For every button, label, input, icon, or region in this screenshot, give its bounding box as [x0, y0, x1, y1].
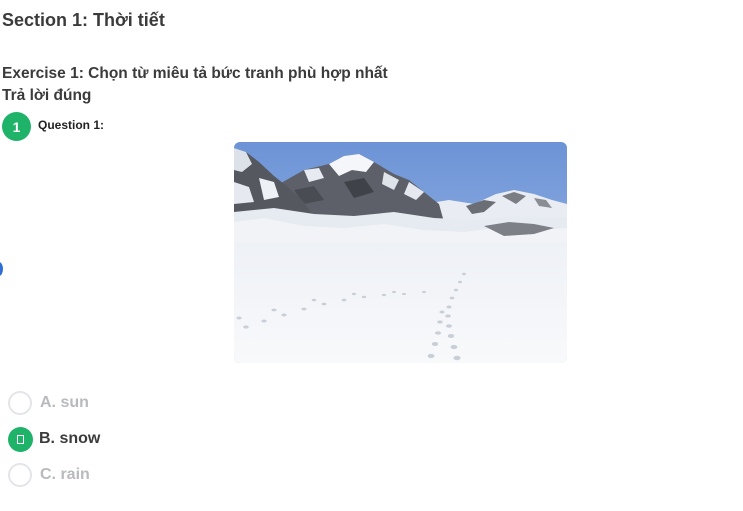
exercise-title: Exercise 1: Chọn từ miêu tả bức tranh ph…	[2, 65, 388, 82]
option-c-radio[interactable]	[8, 463, 32, 487]
option-b-label: B. snow	[39, 430, 101, 447]
answer-status: Trả lời đúng	[2, 87, 92, 104]
side-indicator-dot	[0, 262, 3, 276]
option-c[interactable]: C. rain	[8, 461, 90, 489]
option-a-radio[interactable]	[8, 391, 32, 415]
option-b-radio[interactable]	[8, 426, 33, 452]
option-c-label: C. rain	[40, 466, 90, 483]
section-title: Section 1: Thời tiết	[2, 10, 165, 30]
question-number-badge: 1	[2, 112, 31, 141]
option-a-label: A. sun	[40, 394, 89, 411]
option-a[interactable]: A. sun	[8, 389, 89, 417]
question-label: Question 1:	[38, 118, 105, 132]
question-image	[234, 142, 567, 363]
snowy-mountain-photo-icon	[234, 142, 567, 363]
option-b[interactable]: B. snow	[8, 425, 100, 453]
selected-check-icon	[17, 434, 24, 444]
